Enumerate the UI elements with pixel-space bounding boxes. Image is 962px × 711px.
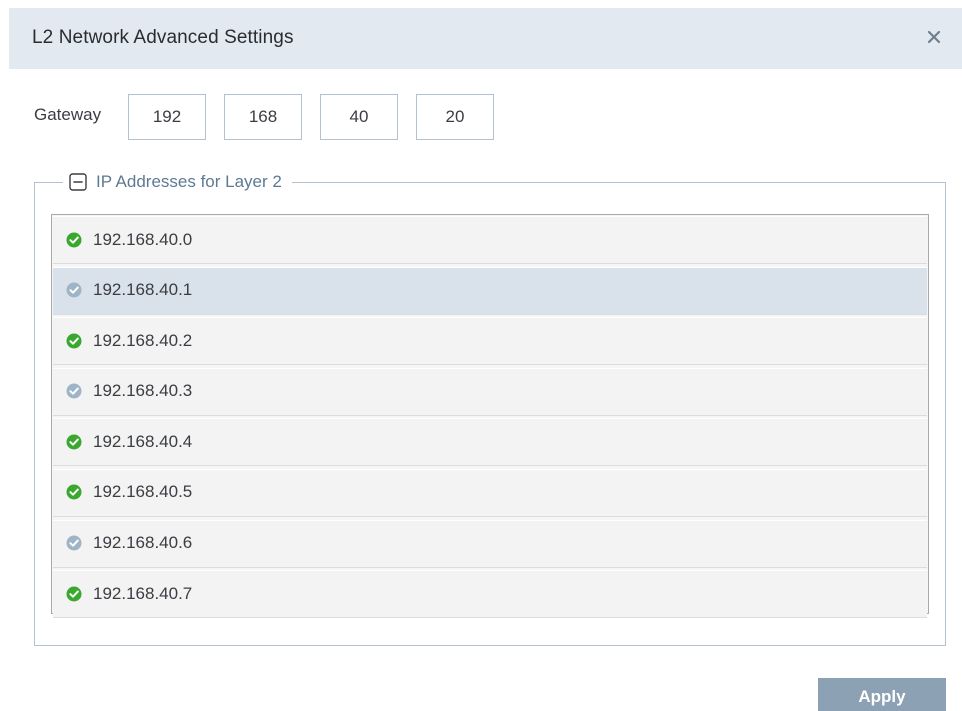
ip-address-text: 192.168.40.4 [93,431,193,451]
gateway-label: Gateway [34,105,102,124]
ip-list-item[interactable]: 192.168.40.5 [53,468,927,517]
ip-list-item[interactable]: 192.168.40.7 [53,570,927,619]
close-button[interactable] [922,25,946,49]
ip-addresses-legend: IP Addresses for Layer 2 [63,169,292,195]
check-circle-active-icon [66,586,82,602]
gateway-octet-4-input[interactable]: 20 [416,94,494,140]
ip-address-text: 192.168.40.1 [93,280,193,300]
close-icon [922,25,946,49]
ip-list-item[interactable]: 192.168.40.0 [53,216,927,264]
check-circle-inactive-icon [66,535,82,551]
collapse-minus-icon[interactable] [69,173,87,191]
check-circle-active-icon [66,434,82,450]
check-circle-active-icon [66,484,82,500]
check-circle-inactive-icon [66,282,82,298]
check-circle-active-icon [66,333,82,349]
apply-button[interactable]: Apply [818,678,946,711]
gateway-octet-2-input[interactable]: 168 [224,94,302,140]
check-circle-inactive-icon [66,383,82,399]
ip-address-text: 192.168.40.3 [93,381,193,401]
ip-addresses-group: IP Addresses for Layer 2 192.168.40.0 192… [34,169,946,646]
l2-network-settings-dialog: L2 Network Advanced Settings Gateway 192… [0,0,962,711]
ip-list-item[interactable]: 192.168.40.3 [53,367,927,416]
check-circle-active-icon [66,232,82,248]
ip-address-text: 192.168.40.5 [93,482,193,502]
ip-list-item[interactable]: 192.168.40.2 [53,317,927,366]
dialog-header: L2 Network Advanced Settings [9,8,962,69]
ip-address-text: 192.168.40.0 [93,229,193,249]
ip-address-text: 192.168.40.2 [93,330,193,350]
ip-list-item[interactable]: 192.168.40.1 [53,266,927,315]
dialog-title: L2 Network Advanced Settings [32,27,294,48]
ip-address-list[interactable]: 192.168.40.0 192.168.40.1 192.168.40.2 192.… [51,214,929,619]
ip-addresses-legend-text: IP Addresses for Layer 2 [96,172,282,191]
gateway-octet-3-input[interactable]: 40 [320,94,398,140]
ip-address-text: 192.168.40.6 [93,533,193,553]
gateway-octet-1-input[interactable]: 192 [128,94,206,140]
ip-list-item[interactable]: 192.168.40.4 [53,418,927,467]
ip-address-text: 192.168.40.7 [93,583,193,603]
ip-list-item[interactable]: 192.168.40.6 [53,519,927,568]
